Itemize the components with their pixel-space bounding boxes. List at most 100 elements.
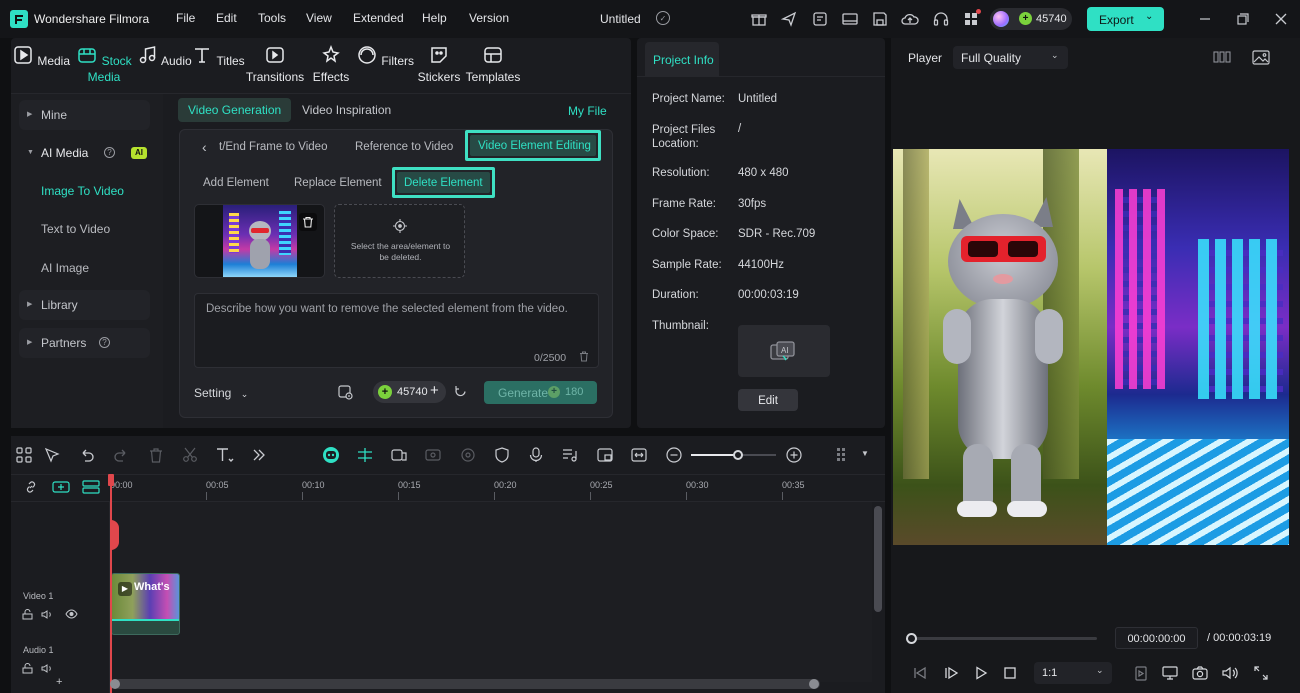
tab-filters[interactable]: Filters (356, 44, 414, 70)
credits-chip[interactable]: + 45740 + (373, 381, 446, 403)
ai-settings-icon[interactable] (336, 383, 354, 401)
auto-ripple-icon[interactable] (389, 445, 409, 465)
snap-icon[interactable] (355, 445, 375, 465)
image-icon[interactable] (1251, 48, 1271, 66)
sidebar-item-image-to-video[interactable]: Image To Video (41, 184, 124, 198)
play-step-icon[interactable] (942, 664, 960, 682)
cloud-upload-icon[interactable] (901, 10, 919, 28)
redo-icon[interactable] (111, 445, 131, 465)
menu-view[interactable]: View (306, 11, 332, 25)
add-track-icon[interactable]: + (56, 676, 62, 688)
add-credits-icon[interactable]: + (430, 382, 439, 399)
my-file-link[interactable]: My File (568, 104, 607, 118)
sub-add-element[interactable]: Add Element (203, 177, 269, 189)
chevron-left-icon[interactable]: ‹ (202, 139, 207, 155)
tab-media[interactable]: Media (11, 44, 71, 70)
tab-video-inspiration[interactable]: Video Inspiration (292, 98, 401, 122)
volume-icon[interactable] (1221, 664, 1239, 682)
scroll-handle[interactable] (809, 679, 819, 689)
help-icon[interactable]: ? (99, 337, 110, 348)
marker-icon[interactable] (1132, 664, 1150, 682)
gift-icon[interactable] (750, 10, 768, 28)
ai-document-icon[interactable] (811, 10, 829, 28)
tab-audio[interactable]: Audio (135, 44, 193, 70)
help-icon[interactable]: ? (104, 147, 115, 158)
shield-icon[interactable] (492, 445, 512, 465)
save-icon[interactable] (871, 10, 889, 28)
layout-icon[interactable] (841, 10, 859, 28)
sidebar-item-ai-image[interactable]: AI Image (41, 261, 89, 275)
play-icon[interactable] (972, 664, 990, 682)
menu-version[interactable]: Version (469, 11, 509, 25)
music-list-icon[interactable] (560, 445, 580, 465)
menu-file[interactable]: File (176, 11, 195, 25)
menu-edit[interactable]: Edit (216, 11, 237, 25)
tab-stickers[interactable]: Stickers (410, 44, 468, 84)
volume-icon[interactable] (41, 608, 53, 620)
setting-dropdown[interactable]: Setting ⌄ (194, 386, 248, 400)
zoom-slider[interactable] (691, 450, 776, 460)
track-options-icon[interactable] (833, 445, 853, 465)
undo-icon[interactable] (77, 445, 97, 465)
mode-reference-to-video[interactable]: Reference to Video (355, 141, 453, 153)
clear-icon[interactable] (579, 351, 589, 362)
eye-icon[interactable] (65, 608, 78, 620)
zoom-out-icon[interactable] (664, 445, 684, 465)
scroll-handle[interactable] (110, 679, 120, 689)
sidebar-item-partners[interactable]: ▶ Partners ? (19, 328, 150, 358)
tab-titles[interactable]: Titles (189, 44, 247, 70)
export-button[interactable]: Export ⌄ (1087, 7, 1164, 31)
menu-extended[interactable]: Extended (353, 11, 404, 25)
more-tools-icon[interactable] (249, 445, 269, 465)
prompt-textarea[interactable]: Describe how you want to remove the sele… (194, 293, 599, 368)
chevron-down-icon[interactable]: ▼ (861, 449, 869, 458)
volume-icon[interactable] (41, 662, 53, 674)
headset-icon[interactable] (932, 10, 950, 28)
layout-grid-icon[interactable] (14, 445, 34, 465)
grid-view-icon[interactable] (1212, 49, 1232, 65)
tab-stock-media[interactable]: Stock Media (69, 44, 139, 84)
close-icon[interactable] (1272, 10, 1290, 28)
playhead-marker[interactable] (110, 520, 119, 550)
link-icon[interactable] (23, 479, 39, 495)
ai-cut-icon[interactable] (423, 445, 443, 465)
delete-icon[interactable] (146, 445, 166, 465)
vertical-scrollbar[interactable] (874, 506, 882, 612)
menu-help[interactable]: Help (422, 11, 447, 25)
playhead-handle[interactable] (108, 474, 114, 486)
add-video-track-icon[interactable] (52, 479, 70, 495)
scissors-icon[interactable] (180, 445, 200, 465)
apps-grid-icon[interactable] (962, 9, 981, 28)
ratio-dropdown[interactable]: 1:1 ⌄ (1034, 662, 1112, 684)
lock-icon[interactable] (21, 662, 33, 674)
display-icon[interactable] (1161, 664, 1179, 682)
microphone-icon[interactable] (526, 445, 546, 465)
zoom-in-icon[interactable] (784, 445, 804, 465)
mode-end-frame[interactable]: t/End Frame to Video (219, 141, 327, 153)
mode-video-element-editing[interactable]: Video Element Editing (465, 130, 601, 161)
current-time-box[interactable]: 00:00:00:00 (1115, 627, 1198, 649)
playback-slider[interactable] (906, 633, 1097, 644)
tab-video-generation[interactable]: Video Generation (178, 98, 292, 122)
export-chevron-icon[interactable]: ⌄ (1145, 11, 1153, 22)
sidebar-item-text-to-video[interactable]: Text to Video (41, 222, 110, 236)
camera-snapshot-icon[interactable] (1191, 664, 1209, 682)
minimize-icon[interactable] (1196, 10, 1214, 28)
picture-in-picture-icon[interactable] (595, 445, 615, 465)
maximize-icon[interactable] (1234, 10, 1252, 28)
horizontal-scrollbar[interactable] (114, 679, 820, 689)
refresh-icon[interactable] (453, 384, 467, 398)
video-preview[interactable] (893, 149, 1289, 545)
previous-frame-icon[interactable] (911, 664, 929, 682)
select-cursor-icon[interactable] (42, 445, 62, 465)
ai-mate-icon[interactable] (321, 445, 341, 465)
playhead[interactable] (110, 474, 112, 693)
text-tool-icon[interactable] (215, 445, 235, 465)
select-area-box[interactable]: Select the area/element to be deleted. (334, 204, 465, 278)
slider-knob[interactable] (732, 450, 743, 460)
generate-button[interactable]: Generate + 180 (484, 381, 597, 404)
sidebar-item-ai-media[interactable]: ▼ AI Media ? AI (19, 138, 150, 168)
stop-icon[interactable] (1001, 664, 1019, 682)
lock-icon[interactable] (21, 608, 33, 620)
tab-effects[interactable]: Effects (302, 44, 360, 84)
